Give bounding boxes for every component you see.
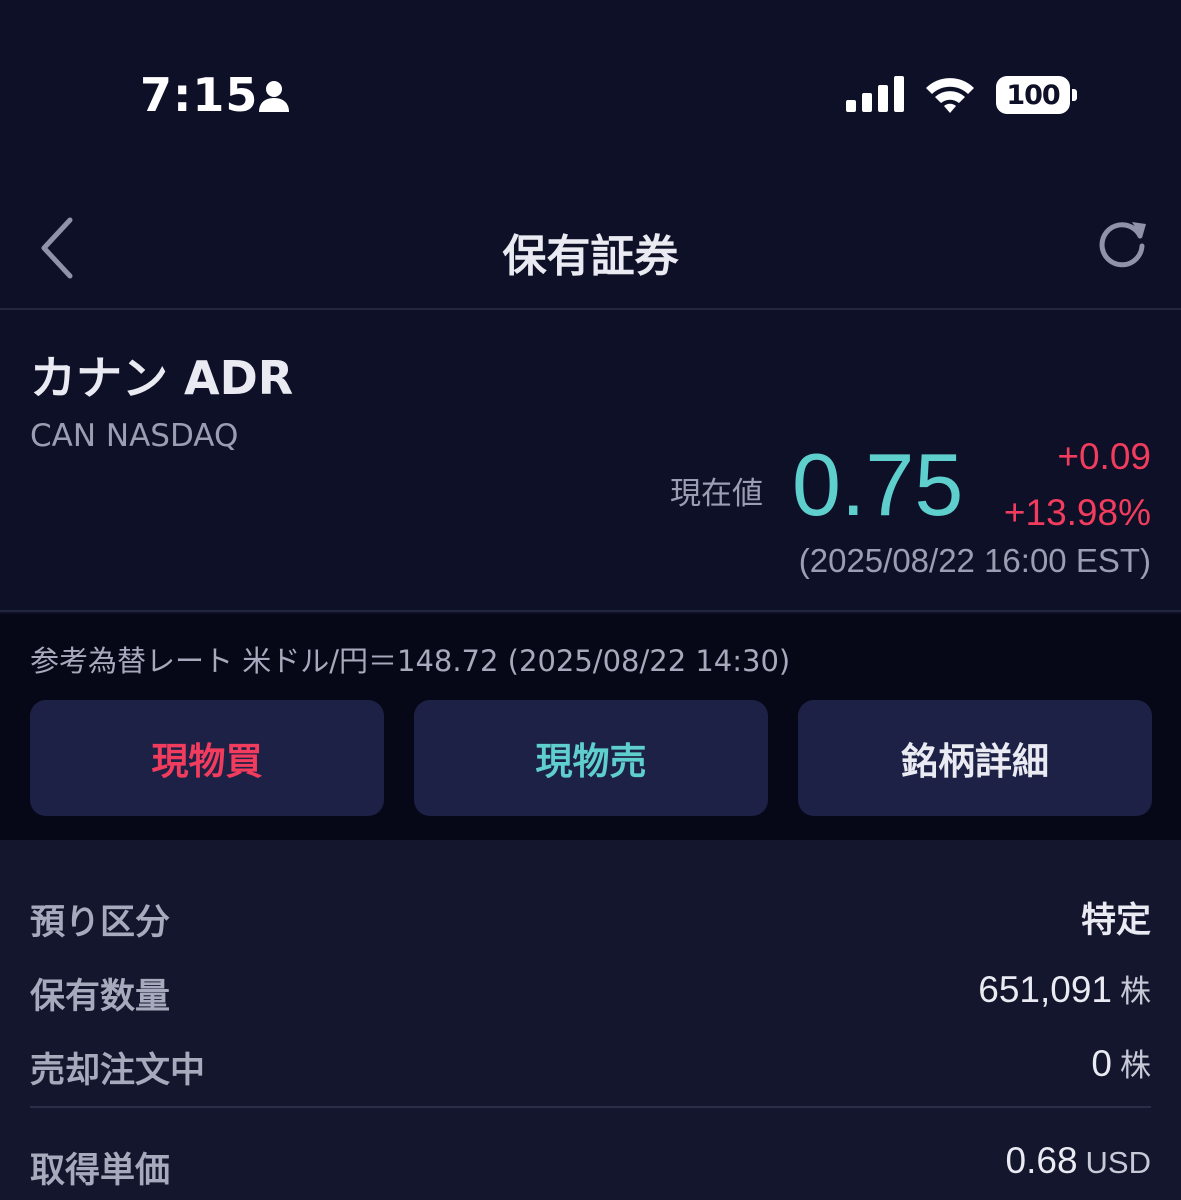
detail-unit: 株 — [1120, 1048, 1151, 1083]
status-bar: 7:15 100 — [0, 0, 1181, 190]
detail-row-avg-cost: 取得単価 0.68 USD — [30, 1132, 1151, 1192]
detail-value: 0株 — [1091, 1043, 1151, 1084]
detail-unit: USD — [1085, 1145, 1151, 1180]
stock-header: カナン ADR CAN NASDAQ 現在値 0.75 +0.09 +13.98… — [0, 312, 1181, 612]
detail-value: 0.68 USD — [1005, 1140, 1151, 1181]
stock-detail-button[interactable]: 銘柄詳細 — [798, 700, 1152, 816]
detail-row-pending-sell: 売却注文中 0株 — [30, 1032, 1151, 1092]
current-price-label: 現在値 — [670, 476, 763, 512]
battery-icon: 100 — [996, 76, 1078, 114]
divider — [30, 1106, 1151, 1108]
current-price: 0.75 — [792, 435, 964, 534]
person-icon — [259, 81, 289, 112]
detail-label: 保有数量 — [30, 977, 171, 1017]
cellular-signal-icon — [846, 76, 904, 112]
price-change: +0.09 — [1057, 436, 1151, 477]
spot-buy-button[interactable]: 現物買 — [30, 700, 384, 816]
detail-value: 651,091 株 — [978, 969, 1151, 1010]
page-title: 保有証券 — [502, 231, 679, 282]
wifi-icon — [926, 78, 974, 113]
refresh-icon[interactable] — [1094, 216, 1150, 272]
fx-rate-text: 参考為替レート 米ドル/円＝148.72 (2025/08/22 14:30) — [30, 644, 791, 678]
detail-row-account-type: 預り区分 特定 — [30, 884, 1151, 944]
detail-row-quantity: 保有数量 651,091 株 — [30, 958, 1151, 1018]
status-time: 7:15 — [140, 68, 259, 122]
stock-code: CAN NASDAQ — [30, 418, 239, 454]
spot-sell-button[interactable]: 現物売 — [414, 700, 768, 816]
price-change-percent: +13.98% — [1003, 492, 1151, 533]
stock-name: カナン ADR — [30, 351, 294, 405]
detail-value: 特定 — [1080, 901, 1151, 941]
nav-bar: 保有証券 — [0, 190, 1181, 310]
detail-label: 取得単価 — [30, 1151, 171, 1191]
battery-level: 100 — [1006, 79, 1060, 111]
holding-details: 預り区分 特定 保有数量 651,091 株 売却注文中 0株 取得単価 0.68… — [0, 840, 1181, 1200]
app-root: 7:15 100 保有証券 カナン ADR CAN NASDAQ 現在値 0.7… — [0, 0, 1181, 1200]
detail-unit: 株 — [1120, 974, 1151, 1009]
detail-label: 売却注文中 — [30, 1051, 206, 1091]
action-area: 参考為替レート 米ドル/円＝148.72 (2025/08/22 14:30) … — [0, 614, 1181, 840]
detail-label: 預り区分 — [30, 903, 171, 943]
price-timestamp: (2025/08/22 16:00 EST) — [798, 542, 1151, 579]
